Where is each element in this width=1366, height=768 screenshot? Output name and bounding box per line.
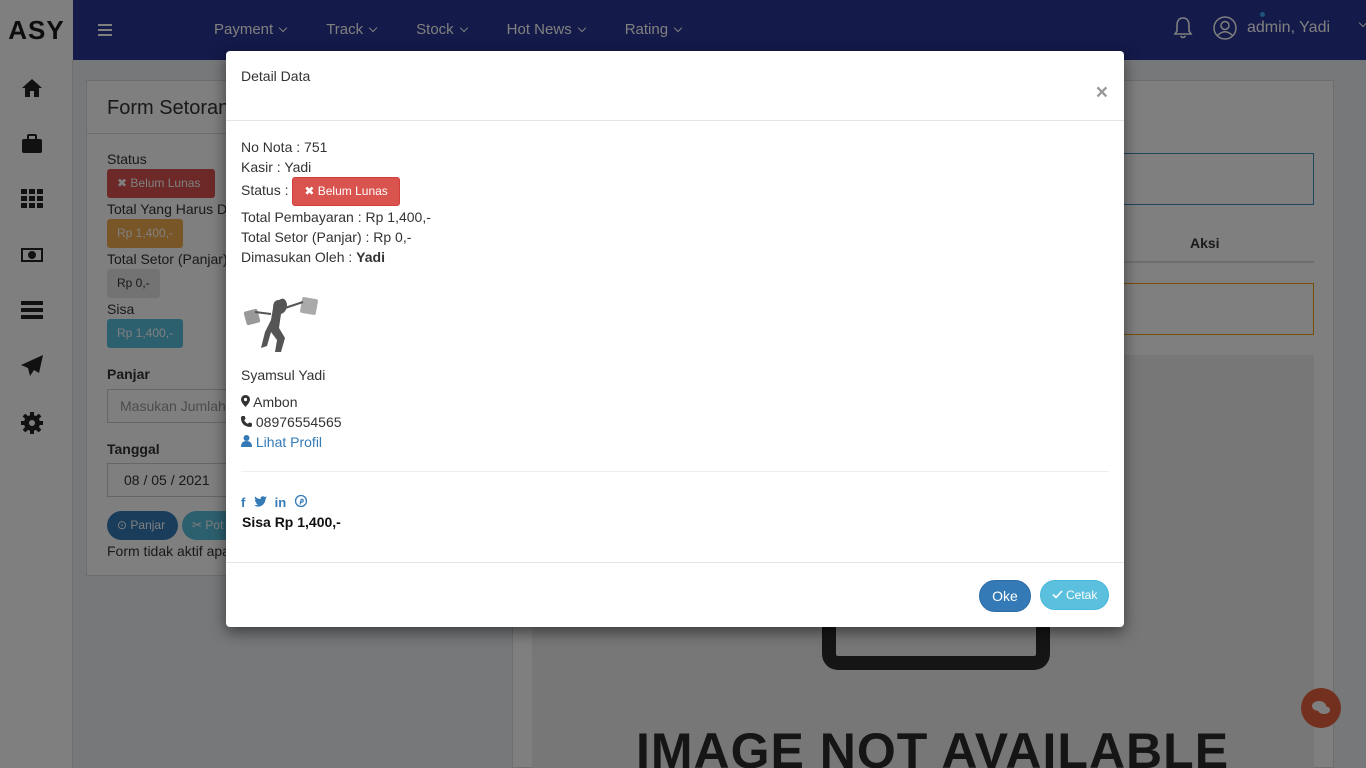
phone-icon	[241, 416, 252, 427]
location-text: Ambon	[253, 394, 298, 410]
detail-modal: Detail Data × No Nota : 751 Kasir : Yadi…	[226, 51, 1124, 627]
modal-header: Detail Data ×	[226, 51, 1124, 121]
modal-body: No Nota : 751 Kasir : Yadi Status : ✖ Be…	[226, 121, 1124, 562]
total-pembayaran: Total Pembayaran : Rp 1,400,-	[241, 209, 431, 225]
phone-row: 08976554565	[241, 414, 342, 430]
total-setor: Total Setor (Panjar) : Rp 0,-	[241, 229, 412, 245]
cetak-button-label: Cetak	[1065, 588, 1098, 602]
profile-link-row[interactable]: Lihat Profil	[241, 434, 322, 450]
status-label: Status :	[241, 182, 289, 199]
facebook-icon[interactable]: f	[241, 495, 245, 510]
status-badge-label: Belum Lunas	[317, 184, 388, 198]
sisa-total: Sisa Rp 1,400,-	[242, 514, 341, 530]
linkedin-icon[interactable]: in	[275, 495, 287, 510]
lihat-profil-link[interactable]: Lihat Profil	[241, 434, 322, 450]
cetak-button[interactable]: Cetak	[1040, 580, 1109, 610]
modal-footer: Oke Cetak	[226, 562, 1124, 627]
oke-button[interactable]: Oke	[979, 580, 1031, 612]
profile-name: Syamsul Yadi	[241, 367, 326, 383]
no-nota: No Nota : 751	[241, 139, 328, 155]
social-links: f in	[241, 494, 307, 510]
status-row: Status : ✖ Belum Lunas	[241, 177, 400, 206]
dimasukan-oleh: Dimasukan Oleh : Yadi	[241, 249, 385, 265]
close-icon[interactable]: ×	[1096, 82, 1108, 103]
check-icon	[1052, 590, 1063, 599]
map-marker-icon	[241, 395, 250, 407]
modal-title: Detail Data	[241, 68, 311, 84]
twitter-icon[interactable]	[253, 496, 267, 507]
dimasukan-label: Dimasukan Oleh :	[241, 249, 353, 265]
lihat-profil-label: Lihat Profil	[255, 434, 323, 450]
status-badge: ✖ Belum Lunas	[292, 177, 400, 206]
pinterest-icon[interactable]	[294, 494, 307, 508]
user-icon	[241, 435, 252, 447]
profile-photo	[241, 292, 321, 358]
kasir: Kasir : Yadi	[241, 159, 312, 175]
divider	[241, 471, 1109, 472]
dimasukan-value: Yadi	[356, 249, 385, 265]
location-row: Ambon	[241, 394, 297, 410]
phone-text: 08976554565	[255, 414, 342, 430]
